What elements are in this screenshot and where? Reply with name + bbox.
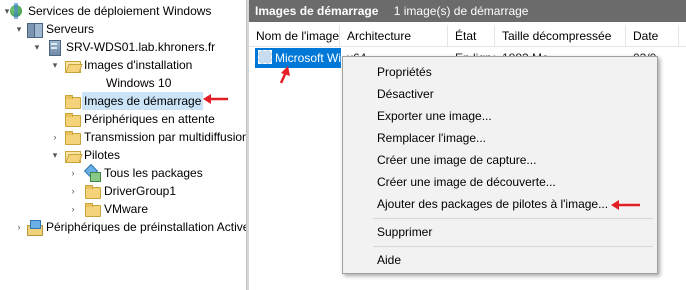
cell-name[interactable]: Microsoft Wi bbox=[255, 48, 341, 68]
ad-devices-icon bbox=[26, 219, 43, 236]
chevron-down-icon[interactable]: ▾ bbox=[14, 20, 24, 38]
tree-label: Serveurs bbox=[46, 22, 95, 36]
annotation-arrow-up-icon bbox=[279, 66, 290, 84]
tree-label: Périphériques en attente bbox=[84, 112, 215, 126]
navigation-tree: ▾ Services de déploiement Windows ▾ Serv… bbox=[0, 0, 246, 290]
folder-icon bbox=[84, 183, 101, 199]
tree-item-drivergroup1[interactable]: › DriverGroup1 bbox=[0, 182, 176, 200]
tree-label: Services de déploiement Windows bbox=[28, 4, 212, 18]
tree-label: Transmission par multidiffusion bbox=[84, 130, 246, 144]
tree-item-boot-images[interactable]: Images de démarrage bbox=[0, 92, 204, 110]
folder-open-icon bbox=[64, 57, 81, 73]
tree-label: DriverGroup1 bbox=[104, 184, 177, 198]
folder-icon bbox=[64, 129, 81, 145]
folder-icon bbox=[84, 201, 101, 217]
menu-separator bbox=[373, 246, 653, 247]
chevron-down-icon[interactable]: ▾ bbox=[32, 38, 42, 56]
column-architecture[interactable]: Architecture bbox=[340, 25, 448, 47]
chevron-right-icon[interactable]: › bbox=[68, 164, 78, 182]
header-title: Images de démarrage bbox=[255, 4, 379, 18]
tree-item-serveurs[interactable]: ▾ Serveurs bbox=[0, 20, 94, 38]
menu-separator bbox=[373, 218, 653, 219]
tree-label: Images de démarrage bbox=[82, 92, 204, 110]
packages-icon bbox=[84, 165, 101, 182]
server-icon bbox=[46, 39, 62, 56]
tree-item-all-packages[interactable]: › Tous les packages bbox=[0, 164, 203, 182]
tree-label: Windows 10 bbox=[106, 76, 172, 90]
tree-item-pending-devices[interactable]: Périphériques en attente bbox=[0, 110, 215, 128]
menu-item-help[interactable]: Aide bbox=[345, 249, 655, 271]
menu-item-replace-image[interactable]: Remplacer l'image... bbox=[345, 127, 655, 149]
tree-item-vmware[interactable]: › VMware bbox=[0, 200, 148, 218]
column-state[interactable]: État bbox=[448, 25, 495, 47]
tree-item-windows10[interactable]: Windows 10 bbox=[0, 74, 171, 92]
menu-item-disable[interactable]: Désactiver bbox=[345, 83, 655, 105]
chevron-right-icon[interactable]: › bbox=[68, 200, 78, 218]
chevron-right-icon[interactable]: › bbox=[68, 182, 78, 200]
servers-icon bbox=[26, 21, 43, 38]
annotation-arrow-left-icon bbox=[203, 94, 228, 104]
context-menu: Propriétés Désactiver Exporter une image… bbox=[342, 56, 658, 274]
menu-item-add-driver-packages[interactable]: Ajouter des packages de pilotes à l'imag… bbox=[345, 193, 655, 215]
annotation-arrow-left-icon bbox=[611, 200, 640, 210]
tree-label: SRV-WDS01.lab.khroners.fr bbox=[66, 40, 216, 54]
tree-item-drivers[interactable]: ▾ Pilotes bbox=[0, 146, 120, 164]
menu-item-delete[interactable]: Supprimer bbox=[345, 221, 655, 243]
folder-open-icon bbox=[64, 147, 81, 163]
tree-item-multicast[interactable]: › Transmission par multidiffusion bbox=[0, 128, 246, 146]
chevron-down-icon[interactable]: ▾ bbox=[50, 146, 60, 164]
cell-v: 1 bbox=[679, 48, 686, 68]
column-name[interactable]: Nom de l'image bbox=[249, 25, 340, 47]
tree-label: Images d'installation bbox=[84, 58, 193, 72]
header-count: 1 image(s) de démarrage bbox=[393, 4, 529, 18]
boot-image-icon bbox=[258, 50, 272, 64]
menu-item-properties[interactable]: Propriétés bbox=[345, 61, 655, 83]
chevron-right-icon[interactable]: › bbox=[14, 218, 24, 236]
folder-icon bbox=[64, 111, 81, 127]
tree-item-install-images[interactable]: ▾ Images d'installation bbox=[0, 56, 192, 74]
menu-item-create-discover-image[interactable]: Créer une image de découverte... bbox=[345, 171, 655, 193]
details-header: Images de démarrage 1 image(s) de démarr… bbox=[249, 0, 686, 22]
tree-label: Périphériques de préinstallation Active … bbox=[46, 220, 246, 234]
tree-item-ad-prestaged[interactable]: › Périphériques de préinstallation Activ… bbox=[0, 218, 246, 236]
wds-icon bbox=[8, 3, 24, 19]
chevron-right-icon[interactable]: › bbox=[50, 128, 60, 146]
folder-icon bbox=[64, 93, 81, 109]
menu-item-create-capture-image[interactable]: Créer une image de capture... bbox=[345, 149, 655, 171]
tree-label: VMware bbox=[104, 202, 149, 216]
tree-label: Pilotes bbox=[84, 148, 121, 162]
menu-item-export-image[interactable]: Exporter une image... bbox=[345, 105, 655, 127]
tree-item-server[interactable]: ▾ SRV-WDS01.lab.khroners.fr bbox=[0, 38, 215, 56]
column-date[interactable]: Date bbox=[626, 25, 679, 47]
tree-root-wds[interactable]: ▾ Services de déploiement Windows bbox=[0, 2, 211, 20]
column-size[interactable]: Taille décompressée bbox=[495, 25, 626, 47]
column-header-row: Nom de l'image Architecture État Taille … bbox=[249, 25, 686, 47]
tree-label: Tous les packages bbox=[104, 166, 203, 180]
chevron-down-icon[interactable]: ▾ bbox=[50, 56, 60, 74]
column-v[interactable]: V bbox=[679, 25, 686, 47]
